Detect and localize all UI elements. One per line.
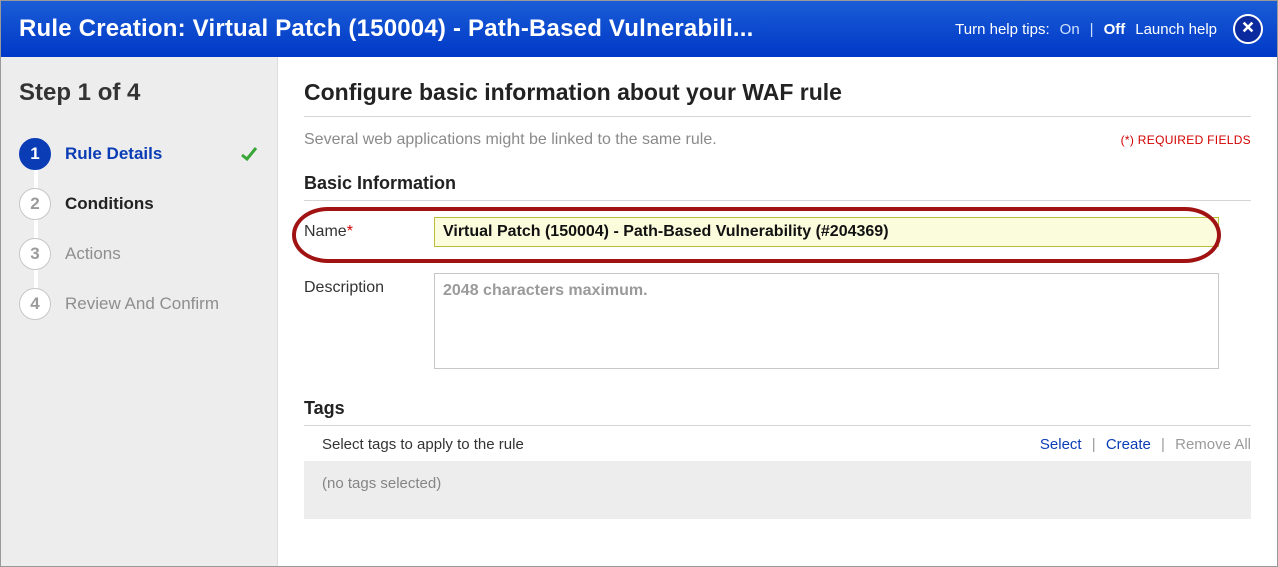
wizard-step-actions[interactable]: 3 Actions: [19, 229, 259, 279]
step-label: Rule Details: [65, 144, 225, 164]
dialog-title: Rule Creation: Virtual Patch (150004) - …: [19, 15, 754, 43]
description-label: Description: [304, 273, 434, 297]
step-label: Review And Confirm: [65, 294, 259, 314]
title-bar-actions: Turn help tips: On | Off Launch help: [955, 14, 1263, 44]
page-title: Configure basic information about your W…: [304, 79, 1251, 117]
step-label: Conditions: [65, 194, 259, 214]
tags-empty-text: (no tags selected): [322, 475, 441, 492]
step-number: 4: [19, 288, 51, 320]
tags-actions: Select | Create | Remove All: [1040, 436, 1251, 453]
help-tips-label: Turn help tips:: [955, 21, 1050, 38]
required-asterisk: *: [347, 223, 353, 240]
tips-sep: |: [1090, 21, 1094, 38]
step-number: 2: [19, 188, 51, 220]
description-textarea[interactable]: [434, 273, 1219, 369]
rule-name-input[interactable]: [434, 217, 1219, 247]
sep: |: [1092, 436, 1096, 453]
required-fields-note: (*) REQUIRED FIELDS: [1121, 133, 1251, 147]
wizard-sidebar: Step 1 of 4 1 Rule Details 2 Conditions …: [1, 57, 278, 566]
main-panel: Configure basic information about your W…: [278, 57, 1277, 566]
step-label: Actions: [65, 244, 259, 264]
sep: |: [1161, 436, 1165, 453]
wizard-steps: 1 Rule Details 2 Conditions 3 Actions 4 …: [19, 129, 259, 329]
step-number: 3: [19, 238, 51, 270]
tags-remove-all: Remove All: [1175, 436, 1251, 453]
help-tips-off[interactable]: Off: [1104, 21, 1126, 38]
title-bar: Rule Creation: Virtual Patch (150004) - …: [1, 1, 1277, 57]
name-label-text: Name: [304, 223, 347, 240]
wizard-step-review[interactable]: 4 Review And Confirm: [19, 279, 259, 329]
section-tags: Tags: [304, 398, 1251, 426]
tags-empty-box: (no tags selected): [304, 461, 1251, 519]
check-icon: [239, 144, 259, 164]
wizard-step-rule-details[interactable]: 1 Rule Details: [19, 129, 259, 179]
close-icon: [1241, 20, 1255, 38]
section-basic-info: Basic Information: [304, 173, 1251, 201]
name-label: Name*: [304, 217, 434, 241]
close-button[interactable]: [1233, 14, 1263, 44]
tags-select-link[interactable]: Select: [1040, 436, 1082, 453]
wizard-step-conditions[interactable]: 2 Conditions: [19, 179, 259, 229]
tags-instruction: Select tags to apply to the rule: [304, 436, 524, 453]
page-subtitle: Several web applications might be linked…: [304, 131, 717, 149]
step-number: 1: [19, 138, 51, 170]
help-tips-on[interactable]: On: [1060, 21, 1080, 38]
launch-help-link[interactable]: Launch help: [1135, 21, 1217, 38]
tags-create-link[interactable]: Create: [1106, 436, 1151, 453]
wizard-step-of: Step 1 of 4: [19, 79, 259, 107]
